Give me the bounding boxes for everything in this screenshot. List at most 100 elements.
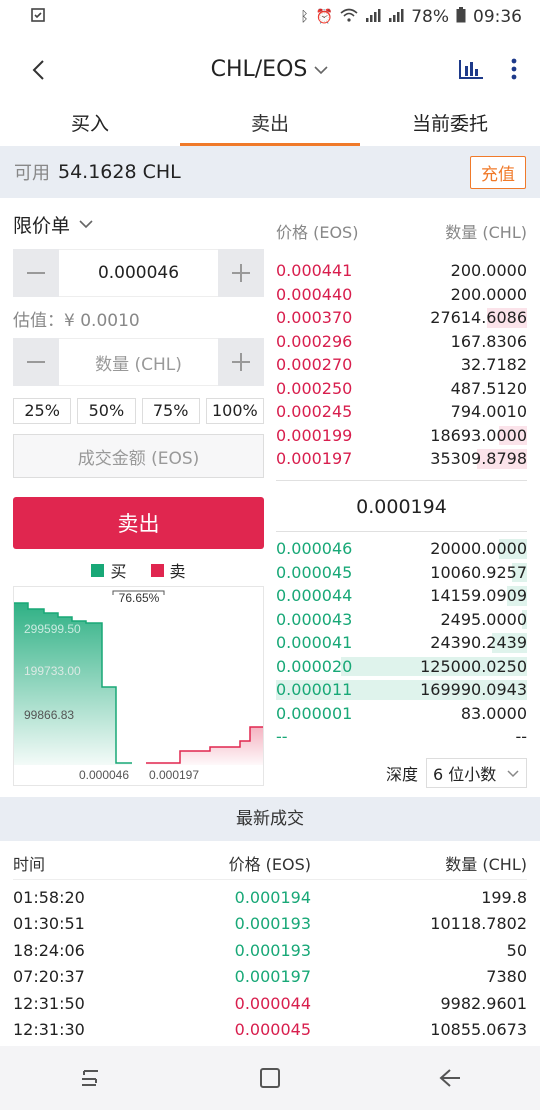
ask-row[interactable]: 0.000270 32.7182	[276, 353, 527, 377]
price-header: 价格 (EOS)	[276, 223, 359, 242]
legend-sell-label: 卖	[169, 562, 186, 581]
tab-open-orders[interactable]: 当前委托	[360, 104, 540, 146]
plus-icon	[232, 264, 250, 282]
depth-precision-select[interactable]: 6 位小数	[426, 758, 527, 788]
trades-price-header: 价格 (EOS)	[228, 854, 311, 874]
y-tick-label: 199733.00	[24, 664, 81, 678]
bid-qty: 2495.0000	[440, 609, 527, 629]
legend-buy-label: 买	[110, 562, 127, 581]
quantity-decrement-button[interactable]	[13, 338, 59, 386]
ask-qty: 18693.0000	[430, 425, 527, 445]
bid-row[interactable]: 0.000045 10060.9257	[276, 561, 527, 585]
quantity-input[interactable]: 数量 (CHL)	[59, 338, 218, 386]
y-tick-label: 99866.83	[24, 708, 74, 722]
trade-price: 0.000197	[234, 967, 311, 987]
sell-button[interactable]: 卖出	[13, 497, 264, 549]
percent-100-button[interactable]: 100%	[205, 398, 264, 424]
depth-label: 深度	[386, 765, 419, 784]
quantity-increment-button[interactable]	[218, 338, 264, 386]
ask-row[interactable]: 0.000197 35309.8798	[276, 447, 527, 471]
tab-sell[interactable]: 卖出	[180, 104, 360, 146]
amount-field[interactable]: 成交金额 (EOS)	[13, 434, 264, 478]
asks-list: 0.000441 200.0000 0.000440 200.0000 0.0003…	[276, 259, 527, 471]
ask-row[interactable]: 0.000441 200.0000	[276, 259, 527, 283]
trade-qty: 50	[506, 940, 527, 960]
ask-row[interactable]: 0.000440 200.0000	[276, 283, 527, 307]
percent-50-button[interactable]: 50%	[77, 398, 136, 424]
legend-sell: 卖	[150, 558, 186, 582]
ask-qty: 200.0000	[450, 284, 527, 304]
trade-qty: 7380	[486, 967, 527, 987]
ask-qty: 794.0010	[450, 402, 527, 422]
system-back-button[interactable]	[420, 1058, 480, 1098]
home-button[interactable]	[240, 1058, 300, 1098]
deposit-button[interactable]: 充值	[470, 155, 526, 189]
available-label: 可用	[14, 163, 50, 184]
bid-qty: 14159.0909	[430, 586, 527, 606]
bid-row[interactable]: 0.000043 2495.0000	[276, 608, 527, 632]
kline-chart-button[interactable]	[456, 54, 486, 84]
last-price[interactable]: 0.000194	[276, 496, 527, 518]
notification-check-icon	[30, 7, 46, 27]
y-tick-label: 299599.50	[24, 622, 81, 636]
order-type-selector[interactable]: 限价单	[13, 208, 264, 240]
more-menu-button[interactable]	[499, 54, 529, 84]
trade-row: 18:24:06 0.000193 50	[13, 937, 527, 964]
bid-qty: 20000.0000	[430, 539, 527, 559]
order-book-header: 价格 (EOS) 数量 (CHL)	[276, 214, 527, 248]
bid-row[interactable]: 0.000011 169990.0943	[276, 678, 527, 702]
bid-qty: 24390.2439	[430, 633, 527, 653]
ask-price: 0.000197	[276, 449, 353, 469]
chevron-down-icon	[507, 769, 519, 777]
trade-price: 0.000044	[234, 993, 311, 1013]
percent-75-button[interactable]: 75%	[141, 398, 200, 424]
legend-buy: 买	[91, 558, 127, 582]
bid-row[interactable]: 0.000044 14159.0909	[276, 584, 527, 608]
bid-row[interactable]: 0.000001 83.0000	[276, 702, 527, 726]
ask-price: 0.000199	[276, 425, 353, 445]
ask-price: 0.000296	[276, 331, 353, 351]
price-decrement-button[interactable]	[13, 249, 59, 297]
minus-icon	[27, 361, 45, 363]
ask-row[interactable]: 0.000245 794.0010	[276, 400, 527, 424]
signal-icon	[365, 8, 381, 26]
bid-qty: --	[515, 727, 527, 747]
legend-buy-swatch	[91, 563, 105, 577]
trades-qty-header: 数量 (CHL)	[445, 854, 527, 874]
recent-apps-icon	[82, 1070, 98, 1086]
ask-row[interactable]: 0.000199 18693.0000	[276, 424, 527, 448]
x-tick-label: 0.000197	[149, 768, 199, 782]
trade-row: 12:31:30 0.000045 10855.0673	[13, 1017, 527, 1044]
tab-buy[interactable]: 买入	[0, 104, 180, 146]
trade-tabs: 买入 卖出 当前委托	[0, 104, 540, 146]
percent-selector: 25% 50% 75% 100%	[13, 398, 264, 424]
bid-row[interactable]: 0.000020 125000.0250	[276, 655, 527, 679]
bid-price: 0.000001	[276, 703, 353, 723]
ask-row[interactable]: 0.000370 27614.6086	[276, 306, 527, 330]
minus-icon	[27, 272, 45, 274]
app-header: CHL/EOS	[0, 34, 540, 104]
ask-qty: 35309.8798	[430, 449, 527, 469]
trade-time: 01:30:51	[13, 914, 85, 934]
recent-apps-button[interactable]	[60, 1058, 120, 1098]
order-book-divider	[276, 531, 527, 532]
clock: 09:36	[473, 7, 522, 27]
estimate-value: 估值：¥ 0.0010	[13, 311, 140, 331]
bid-row[interactable]: 0.000041 24390.2439	[276, 631, 527, 655]
ask-price: 0.000440	[276, 284, 353, 304]
order-book-divider	[276, 480, 527, 481]
bid-row[interactable]: 0.000046 20000.0000	[276, 537, 527, 561]
ask-price: 0.000270	[276, 355, 353, 375]
price-input[interactable]: 0.000046	[59, 249, 218, 297]
price-increment-button[interactable]	[218, 249, 264, 297]
ask-qty: 487.5120	[450, 378, 527, 398]
bid-row[interactable]: -- --	[276, 725, 527, 749]
chart-legend: 买 卖	[13, 558, 264, 582]
ask-qty: 200.0000	[450, 261, 527, 281]
ask-price: 0.000250	[276, 378, 353, 398]
ask-row[interactable]: 0.000296 167.8306	[276, 330, 527, 354]
battery-percent: 78%	[411, 7, 449, 27]
percent-25-button[interactable]: 25%	[13, 398, 72, 424]
ask-qty: 32.7182	[460, 355, 527, 375]
ask-row[interactable]: 0.000250 487.5120	[276, 377, 527, 401]
